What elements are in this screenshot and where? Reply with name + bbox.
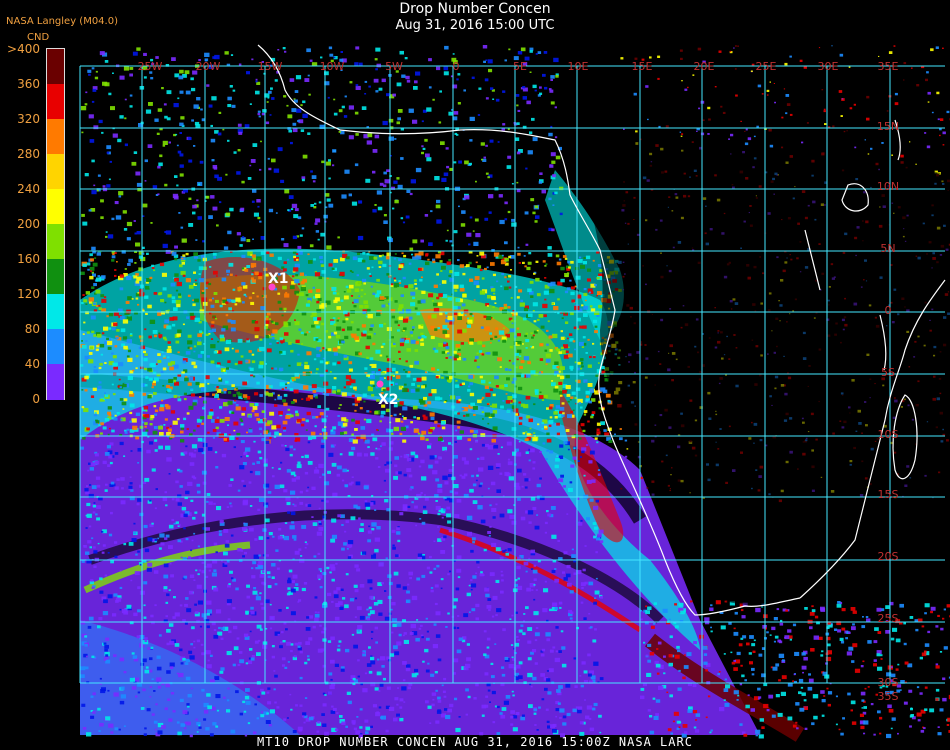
lon-label: 25E [756, 60, 777, 73]
footer-caption: MT10 DROP NUMBER CONCEN AUG 31, 2016 15:… [257, 735, 693, 749]
map-image: 25W 20W 15W 10W 5W 0 5E 10E 15E 20E 25E 30E 35E 15N 10… [79, 44, 950, 742]
lon-label: 10E [568, 60, 589, 73]
flight-marker-dot [376, 380, 384, 388]
lon-label: 20E [694, 60, 715, 73]
lat-label: 10S [878, 428, 899, 441]
flight-marker-label: X2 [378, 392, 399, 408]
lon-label: 15E [632, 60, 653, 73]
lat-label: 5N [880, 242, 895, 255]
lat-label: 25S [878, 612, 899, 625]
lat-label: 15N [877, 120, 899, 133]
lon-label: 25W [138, 60, 163, 73]
lat-label: 15S [878, 488, 899, 501]
lat-label: 0 [885, 304, 892, 317]
lat-label: 20S [878, 550, 899, 563]
lon-label: 15W [258, 60, 283, 73]
lon-label: 5E [513, 60, 527, 73]
lat-label: 35S [878, 690, 899, 703]
lon-label: 10W [320, 60, 345, 73]
lat-label: 5S [881, 366, 895, 379]
lat-label: 10N [877, 180, 899, 193]
flight-marker-label: X1 [268, 271, 289, 287]
lon-label: 30E [818, 60, 839, 73]
lon-label: 35E [878, 60, 899, 73]
lat-label: 30S [878, 676, 899, 689]
lon-label: 0 [453, 60, 460, 73]
lon-label: 5W [385, 60, 403, 73]
lon-label: 20W [196, 60, 221, 73]
